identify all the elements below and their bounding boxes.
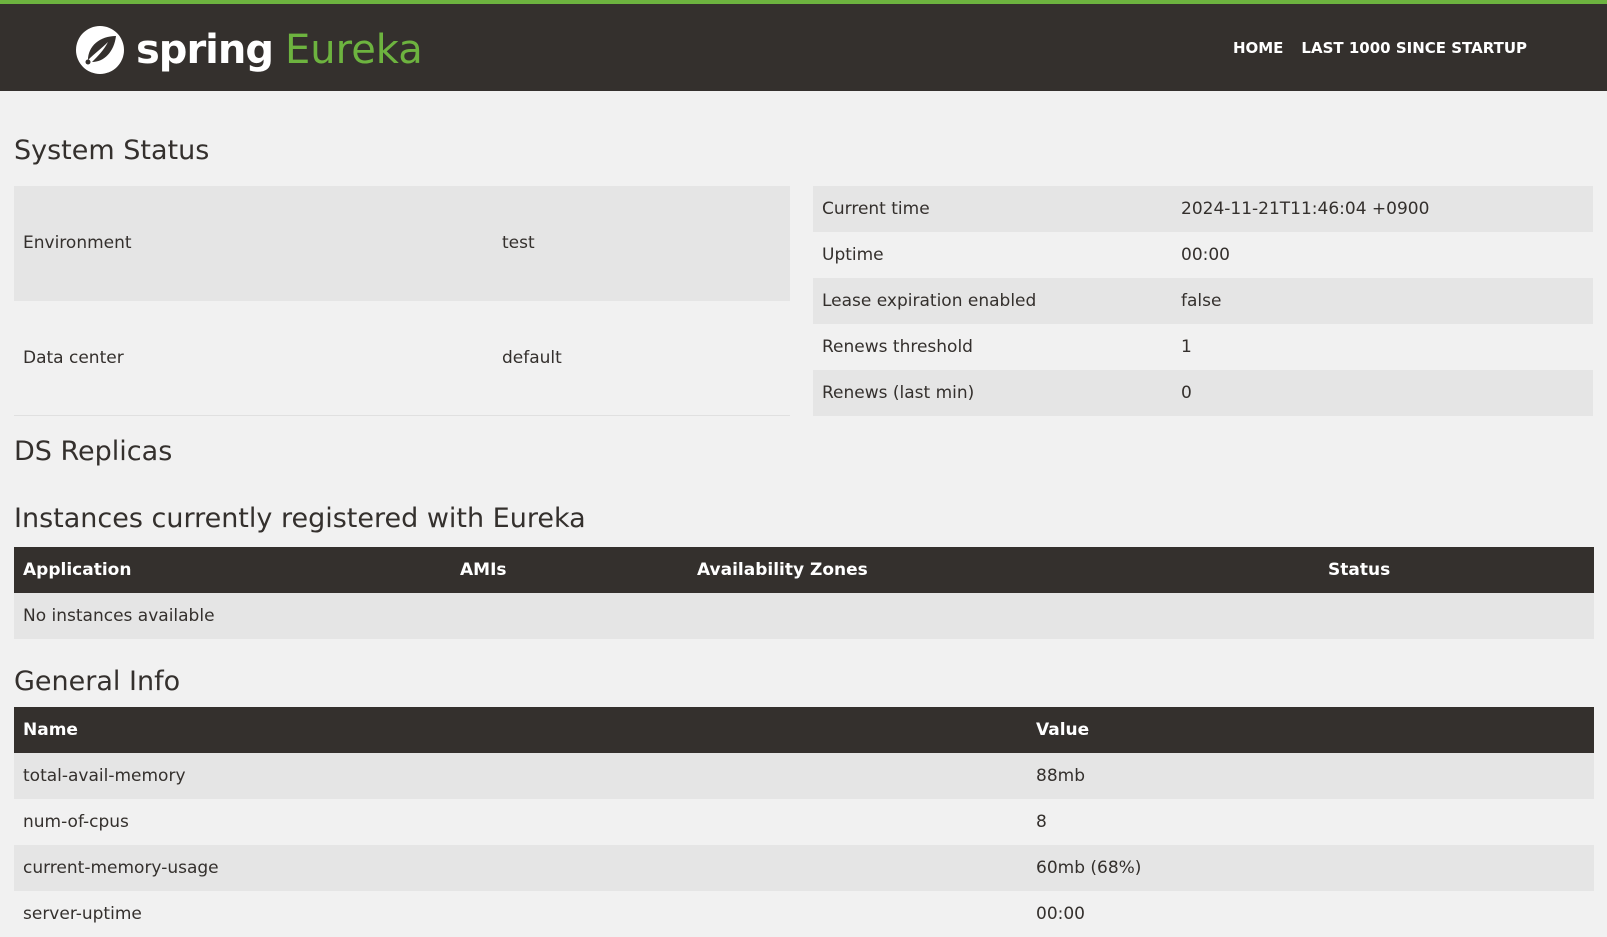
instances-heading: Instances currently registered with Eure…	[14, 503, 586, 534]
nav-last1000-link[interactable]: LAST 1000 SINCE STARTUP	[1301, 39, 1527, 57]
brand-eureka-text: Eureka	[285, 27, 423, 73]
main-nav: HOME LAST 1000 SINCE STARTUP	[1233, 39, 1527, 57]
table-row: Uptime 00:00	[813, 232, 1593, 278]
status-value: 00:00	[1181, 245, 1230, 265]
status-label: Renews threshold	[822, 337, 973, 357]
info-value: 00:00	[1036, 904, 1085, 924]
status-value: 2024-11-21T11:46:04 +0900	[1181, 199, 1430, 219]
status-label: Current time	[822, 199, 930, 219]
table-row: num-of-cpus 8	[14, 799, 1594, 845]
system-status-right-table: Current time 2024-11-21T11:46:04 +0900 U…	[813, 186, 1593, 416]
column-header-value: Value	[1036, 720, 1090, 740]
brand-spring-text: spring	[136, 27, 274, 73]
table-row: Lease expiration enabled false	[813, 278, 1593, 324]
column-header-status: Status	[1328, 560, 1391, 580]
info-name: current-memory-usage	[23, 858, 219, 878]
column-header-availability-zones: Availability Zones	[697, 560, 868, 580]
table-header-row: Application AMIs Availability Zones Stat…	[14, 547, 1594, 593]
ds-replicas-heading: DS Replicas	[14, 436, 173, 467]
info-value: 88mb	[1036, 766, 1085, 786]
table-row: Current time 2024-11-21T11:46:04 +0900	[813, 186, 1593, 232]
table-row: current-memory-usage 60mb (68%)	[14, 845, 1594, 891]
info-value: 60mb (68%)	[1036, 858, 1142, 878]
no-instances-message: No instances available	[23, 606, 215, 626]
system-status-heading: System Status	[14, 135, 210, 166]
spring-leaf-icon	[76, 26, 124, 74]
main-content: System Status Environment test Data cent…	[0, 91, 1607, 937]
status-label: Data center	[23, 347, 124, 368]
info-value: 8	[1036, 812, 1047, 832]
general-info-heading: General Info	[14, 665, 181, 697]
table-row: Data center default	[14, 301, 790, 416]
column-header-application: Application	[23, 560, 132, 580]
status-label: Environment	[23, 233, 132, 254]
table-row: Environment test	[14, 186, 790, 301]
brand-logo-link[interactable]: spring Eureka	[74, 22, 423, 78]
system-status-left-table: Environment test Data center default	[14, 186, 790, 416]
table-header-row: Name Value	[14, 707, 1594, 753]
table-row: Renews (last min) 0	[813, 370, 1593, 416]
nav-home-link[interactable]: HOME	[1233, 39, 1283, 57]
info-name: total-avail-memory	[23, 766, 186, 786]
status-value: false	[1181, 291, 1222, 311]
status-value: 0	[1181, 383, 1192, 403]
general-info-table: Name Value total-avail-memory 88mb num-o…	[14, 707, 1594, 937]
system-status-tables: Environment test Data center default Cur…	[14, 186, 1593, 416]
status-label: Lease expiration enabled	[822, 291, 1037, 311]
instances-table: Application AMIs Availability Zones Stat…	[14, 547, 1594, 639]
status-label: Renews (last min)	[822, 383, 975, 403]
status-value: test	[502, 233, 535, 254]
info-name: num-of-cpus	[23, 812, 129, 832]
navbar: spring Eureka HOME LAST 1000 SINCE START…	[0, 4, 1607, 91]
info-name: server-uptime	[23, 904, 142, 924]
status-value: default	[502, 347, 562, 368]
table-row: server-uptime 00:00	[14, 891, 1594, 937]
column-header-amis: AMIs	[460, 560, 507, 580]
status-label: Uptime	[822, 245, 884, 265]
table-row: Renews threshold 1	[813, 324, 1593, 370]
column-header-name: Name	[23, 720, 78, 740]
table-row: total-avail-memory 88mb	[14, 753, 1594, 799]
table-row: No instances available	[14, 593, 1594, 639]
status-value: 1	[1181, 337, 1192, 357]
